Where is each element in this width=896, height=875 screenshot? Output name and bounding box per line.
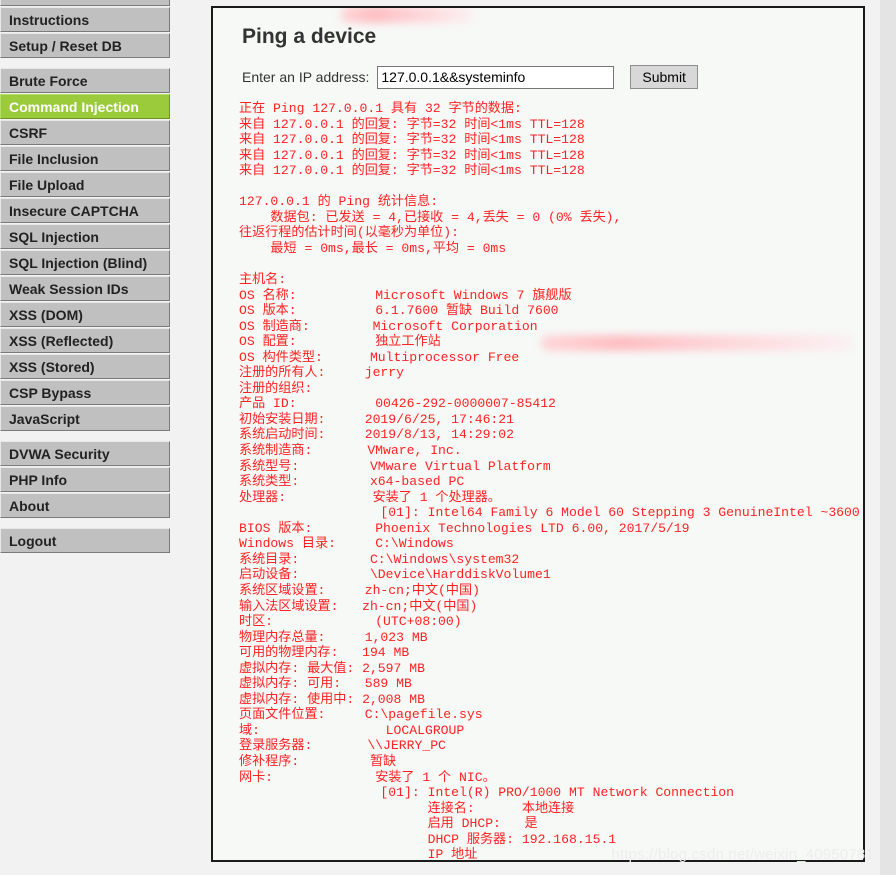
sidebar-nav: HomeInstructionsSetup / Reset DB Brute Fo… (0, 0, 172, 563)
sidebar-group: Brute Force Command Injection CSRF File Inc… (0, 68, 172, 431)
sidebar-item-brute-force[interactable]: Brute Force (0, 68, 170, 93)
sidebar-item-insecure-captcha[interactable]: Insecure CAPTCHA (0, 198, 170, 223)
sidebar-item-logout[interactable]: Logout (0, 528, 170, 553)
sidebar-item-sql-injection-blind[interactable]: SQL Injection (Blind) (0, 250, 170, 275)
sidebar-item-instructions[interactable]: Instructions (0, 7, 170, 32)
sidebar-group: HomeInstructionsSetup / Reset DB (0, 0, 172, 58)
sidebar-item-about[interactable]: About (0, 493, 170, 518)
sidebar-item-file-inclusion[interactable]: File Inclusion (0, 146, 170, 171)
submit-button[interactable]: Submit (630, 65, 698, 89)
ping-form: Enter an IP address: Submit (242, 65, 843, 89)
sidebar-group: Logout (0, 528, 172, 553)
sidebar-item-home[interactable]: Home (0, 0, 170, 6)
main-content-panel: Ping a device Enter an IP address: Submi… (211, 6, 865, 862)
sidebar-item-csrf[interactable]: CSRF (0, 120, 170, 145)
main-content-inner: Ping a device Enter an IP address: Submi… (213, 8, 863, 862)
sidebar-item-xss-reflected[interactable]: XSS (Reflected) (0, 328, 170, 353)
ping-command-output: 正在 Ping 127.0.0.1 具有 32 字节的数据: 来自 127.0.… (239, 101, 860, 862)
sidebar-item-setup-reset-db[interactable]: Setup / Reset DB (0, 33, 170, 58)
redacted-hostname (341, 8, 474, 23)
ip-address-label: Enter an IP address: (242, 69, 370, 85)
sidebar-item-xss-dom[interactable]: XSS (DOM) (0, 302, 170, 327)
ip-address-input[interactable] (377, 65, 615, 89)
sidebar-item-xss-stored[interactable]: XSS (Stored) (0, 354, 170, 379)
right-gutter (880, 0, 896, 875)
sidebar-item-php-info[interactable]: PHP Info (0, 467, 170, 492)
sidebar-item-dvwa-security[interactable]: DVWA Security (0, 441, 170, 466)
sidebar-item-csp-bypass[interactable]: CSP Bypass (0, 380, 170, 405)
sidebar-item-file-upload[interactable]: File Upload (0, 172, 170, 197)
sidebar-item-sql-injection[interactable]: SQL Injection (0, 224, 170, 249)
sidebar-group: DVWA Security PHP Info About (0, 441, 172, 518)
page-root: HomeInstructionsSetup / Reset DB Brute Fo… (0, 0, 880, 875)
page-title: Ping a device (242, 25, 377, 48)
sidebar-item-javascript[interactable]: JavaScript (0, 406, 170, 431)
sidebar-item-weak-session-ids[interactable]: Weak Session IDs (0, 276, 170, 301)
sidebar-item-command-injection[interactable]: Command Injection (0, 94, 170, 119)
